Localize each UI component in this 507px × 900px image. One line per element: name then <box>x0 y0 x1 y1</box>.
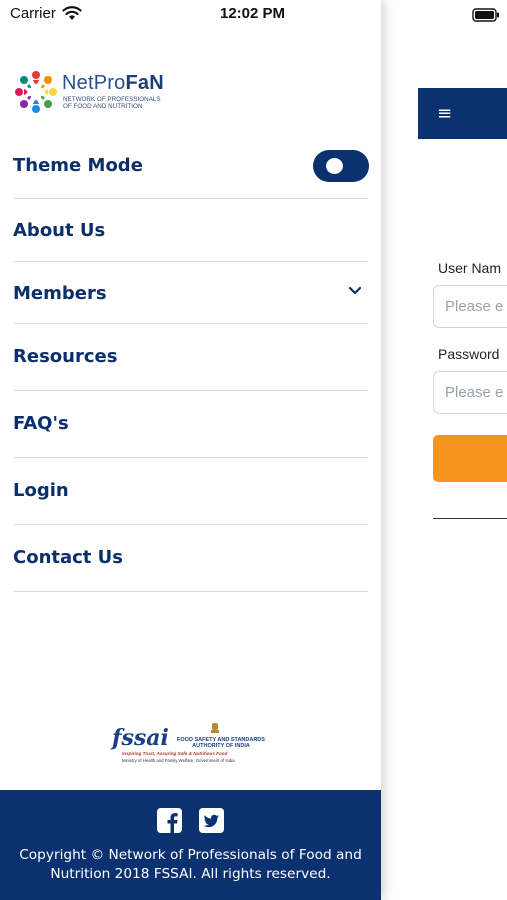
toggle-knob <box>326 158 343 174</box>
fssai-wordmark: fssai <box>112 725 169 751</box>
chevron-down-icon[interactable] <box>348 284 362 300</box>
status-bar: Carrier 12:02 PM <box>0 0 507 30</box>
fssai-ministry: Ministry of Health and Family Welfare, G… <box>122 758 235 763</box>
menu-item-faqs[interactable]: FAQ's <box>13 391 368 458</box>
navigation-drawer: NetProFaN NETWORK OF PROFESSIONALS OF FO… <box>0 0 381 900</box>
menu-label-resources: Resources <box>13 346 118 367</box>
theme-mode-toggle[interactable] <box>313 150 369 182</box>
password-label: Password <box>438 346 500 362</box>
background-login-screen: ≡ User Nam Please e Password Please e <box>381 0 507 900</box>
menu-label-theme-mode: Theme Mode <box>13 155 143 176</box>
menu-item-resources[interactable]: Resources <box>13 324 368 391</box>
menu-item-members[interactable]: Members <box>13 262 368 324</box>
drawer-footer: Copyright © Network of Professionals of … <box>0 790 381 900</box>
username-input[interactable]: Please e <box>433 285 507 328</box>
emblem-icon <box>211 723 219 733</box>
menu-item-login[interactable]: Login <box>13 458 368 525</box>
battery-icon <box>472 7 500 26</box>
menu-label-about-us: About Us <box>13 220 106 241</box>
menu-item-about-us[interactable]: About Us <box>13 199 368 262</box>
clock: 12:02 PM <box>220 5 286 22</box>
logo-wordmark: NetProFaN <box>62 72 164 94</box>
username-label: User Nam <box>438 260 502 276</box>
menu-label-members: Members <box>13 283 107 304</box>
facebook-icon[interactable] <box>157 808 182 833</box>
password-input[interactable]: Please e <box>433 371 507 414</box>
divider <box>433 518 507 519</box>
menu-item-contact-us[interactable]: Contact Us <box>13 525 368 592</box>
fssai-authority-text: FOOD SAFETY AND STANDARDS AUTHORITY OF I… <box>177 737 265 749</box>
menu-label-faqs: FAQ's <box>13 413 69 434</box>
netprofan-logo: NetProFaN NETWORK OF PROFESSIONALS OF FO… <box>11 67 211 119</box>
wifi-icon <box>62 5 82 25</box>
fssai-tagline: Inspiring Trust, Assuring Safe & Nutriti… <box>122 751 228 756</box>
logo-tagline: NETWORK OF PROFESSIONALS OF FOOD AND NUT… <box>63 96 161 110</box>
login-submit-button[interactable] <box>433 435 507 482</box>
fssai-logo: fssai FOOD SAFETY AND STANDARDS AUTHORIT… <box>112 720 272 766</box>
copyright-text: Copyright © Network of Professionals of … <box>19 847 362 882</box>
carrier-label: Carrier <box>10 5 56 22</box>
menu-label-login: Login <box>13 480 69 501</box>
app-header: ≡ <box>418 88 507 139</box>
menu-label-contact-us: Contact Us <box>13 547 124 568</box>
netprofan-logo-icon <box>15 71 57 113</box>
hamburger-menu-icon[interactable]: ≡ <box>437 105 452 123</box>
twitter-icon[interactable] <box>199 808 224 833</box>
